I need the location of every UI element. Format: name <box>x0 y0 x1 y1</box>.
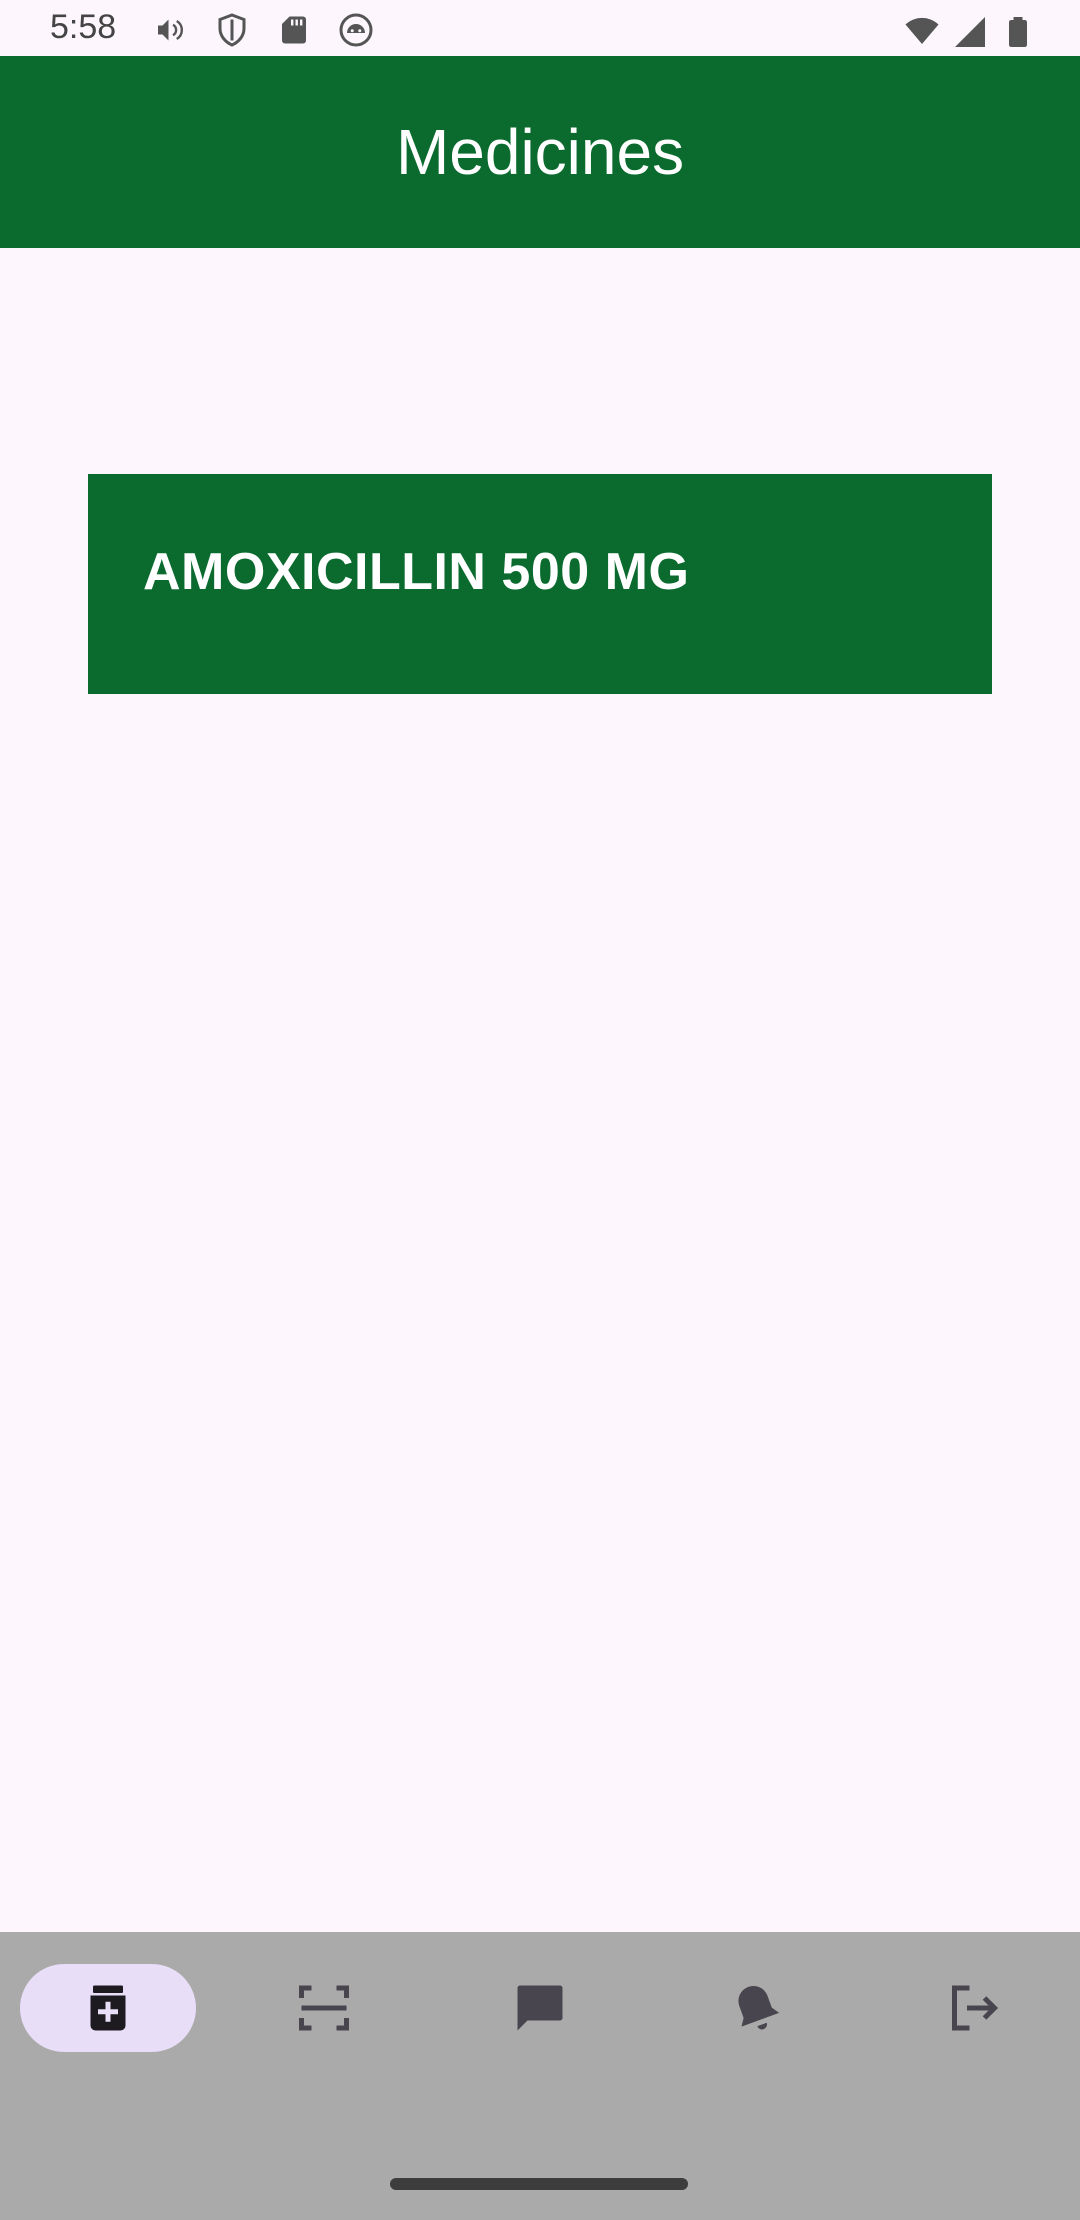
shield-icon <box>218 13 246 47</box>
battery-icon <box>1009 17 1027 47</box>
android-face-icon <box>339 13 373 47</box>
status-time: 5:58 <box>50 8 117 46</box>
nav-item-chat[interactable] <box>452 1964 628 2052</box>
app-bar: Medicines <box>0 56 1080 248</box>
sd-card-icon <box>282 16 306 44</box>
volume-icon <box>158 19 183 41</box>
medicine-bottle-icon <box>90 1985 126 2031</box>
page-title: Medicines <box>395 116 685 188</box>
bell-icon <box>738 1985 780 2030</box>
nav-item-scan[interactable] <box>236 1964 412 2052</box>
status-left-icons <box>152 12 374 48</box>
screen: 5:58 Medicines AMOXICILLIN 500 MG <box>0 0 1080 2220</box>
medicine-list-item[interactable]: AMOXICILLIN 500 MG <box>88 474 992 694</box>
cell-signal-icon <box>955 17 985 47</box>
scan-icon <box>299 1985 349 2031</box>
status-bar: 5:58 <box>0 0 1080 56</box>
nav-item-reminders[interactable] <box>668 1964 844 2052</box>
home-indicator[interactable] <box>390 2178 688 2190</box>
wifi-icon <box>905 17 939 44</box>
bottom-navigation <box>0 1932 1080 2220</box>
chat-icon <box>517 1985 563 2031</box>
nav-item-medicines[interactable] <box>20 1964 196 2052</box>
status-right-icons <box>904 14 1036 50</box>
nav-item-logout[interactable] <box>884 1964 1060 2052</box>
logout-icon <box>952 1985 999 2031</box>
medicine-name: AMOXICILLIN 500 MG <box>143 543 690 601</box>
